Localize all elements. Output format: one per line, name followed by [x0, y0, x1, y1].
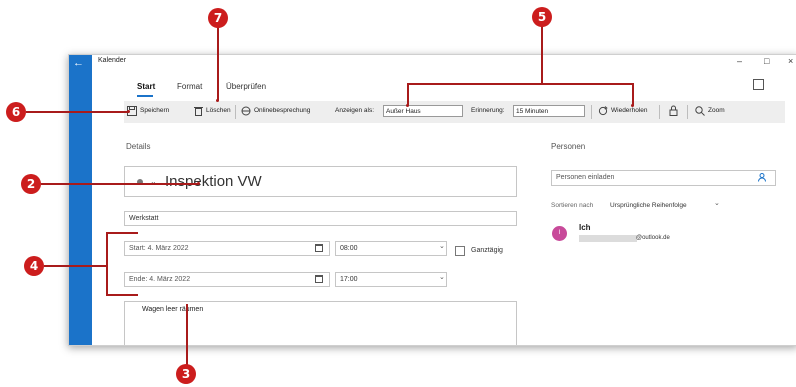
- delete-button[interactable]: Löschen: [206, 107, 231, 114]
- trash-icon: [194, 107, 203, 116]
- app-sidebar: ←: [69, 55, 92, 345]
- toolbar-divider: [687, 105, 688, 119]
- location-field[interactable]: Werkstatt: [124, 211, 517, 226]
- globe-icon: [241, 106, 251, 116]
- tab-format[interactable]: Format: [177, 82, 202, 91]
- subject-text: Inspektion VW: [165, 173, 262, 190]
- subject-field[interactable]: ⌄ Inspektion VW: [124, 166, 517, 197]
- minimize-button[interactable]: –: [737, 56, 742, 66]
- callout-5: 5: [532, 7, 552, 27]
- people-heading: Personen: [551, 142, 586, 151]
- callout-line: [41, 183, 199, 185]
- attendee-email: @outlook.de: [636, 235, 670, 241]
- start-date-field[interactable]: Start: 4. März 2022: [124, 241, 330, 256]
- zoom-icon: [695, 106, 705, 116]
- ribbon-toolbar: Speichern Löschen Onlinebesprechung Anze…: [124, 101, 785, 123]
- toolbar-divider: [235, 105, 236, 119]
- redacted-email: [579, 235, 637, 242]
- zoom-button[interactable]: Zoom: [708, 107, 725, 114]
- end-time-field[interactable]: 17:00: [335, 272, 447, 287]
- callout-3: 3: [176, 364, 196, 384]
- callout-line: [106, 232, 138, 234]
- avatar: I: [552, 226, 567, 241]
- callout-line: [541, 25, 543, 84]
- show-as-label: Anzeigen als:: [335, 107, 375, 114]
- reminder-label: Erinnerung:: [471, 107, 505, 114]
- tab-ueberpruefen[interactable]: Überprüfen: [226, 82, 266, 91]
- callout-line: [632, 83, 634, 106]
- callout-4: 4: [24, 256, 44, 276]
- maximize-button[interactable]: □: [764, 56, 769, 66]
- calendar-icon[interactable]: [315, 244, 323, 252]
- chevron-down-icon[interactable]: ⌄: [714, 199, 720, 207]
- sort-label: Sortieren nach: [551, 202, 594, 209]
- active-tab-indicator: [137, 95, 153, 97]
- callout-line: [217, 27, 219, 101]
- window-title: Kalender: [98, 57, 127, 64]
- callout-7: 7: [208, 8, 228, 28]
- notes-body-field[interactable]: Wagen leer räumen: [124, 301, 517, 345]
- reminder-select[interactable]: 15 Minuten: [513, 105, 585, 117]
- close-button[interactable]: ×: [788, 56, 793, 66]
- repeat-button[interactable]: Wiederholen: [611, 107, 648, 114]
- notes-body-text: Wagen leer räumen: [142, 306, 204, 313]
- save-button[interactable]: Speichern: [140, 107, 169, 114]
- callout-line: [26, 111, 129, 113]
- back-arrow-icon[interactable]: ←: [73, 57, 84, 69]
- start-time-field[interactable]: 08:00: [335, 241, 447, 256]
- callout-line: [44, 265, 108, 267]
- callout-dot: [631, 104, 634, 107]
- allday-label: Ganztägig: [471, 247, 503, 254]
- show-as-select[interactable]: Außer Haus: [383, 105, 463, 117]
- chevron-down-icon[interactable]: ⌄: [439, 273, 445, 281]
- online-meeting-button[interactable]: Onlinebesprechung: [254, 107, 310, 114]
- repeat-icon: [598, 106, 608, 116]
- callout-line: [106, 294, 138, 296]
- chevron-down-icon[interactable]: ⌄: [439, 242, 445, 250]
- sort-dropdown[interactable]: Ursprüngliche Reihenfolge: [610, 202, 687, 209]
- callout-line: [106, 232, 108, 296]
- calendar-window: ← Kalender – □ × Start Format Überprüfen…: [68, 54, 796, 346]
- toolbar-divider: [591, 105, 592, 119]
- calendar-icon[interactable]: [315, 275, 323, 283]
- callout-line: [407, 83, 409, 106]
- end-date-field[interactable]: Ende: 4. März 2022: [124, 272, 330, 287]
- popout-icon[interactable]: [753, 79, 764, 90]
- callout-dot: [406, 104, 409, 107]
- tab-start[interactable]: Start: [137, 82, 155, 91]
- toolbar-divider: [659, 105, 660, 119]
- lock-icon[interactable]: [669, 105, 678, 116]
- callout-line: [407, 83, 634, 85]
- callout-dot: [127, 110, 130, 113]
- person-icon[interactable]: [758, 173, 766, 182]
- callout-line: [186, 304, 188, 366]
- callout-2: 2: [21, 174, 41, 194]
- callout-6: 6: [6, 102, 26, 122]
- chevron-down-icon[interactable]: ⌄: [150, 167, 157, 197]
- details-heading: Details: [126, 142, 151, 151]
- invite-people-field[interactable]: Personen einladen: [551, 170, 776, 186]
- callout-dot: [197, 182, 200, 185]
- attendee-name: Ich: [579, 223, 591, 232]
- callout-dot: [216, 99, 219, 102]
- allday-checkbox[interactable]: [455, 246, 465, 256]
